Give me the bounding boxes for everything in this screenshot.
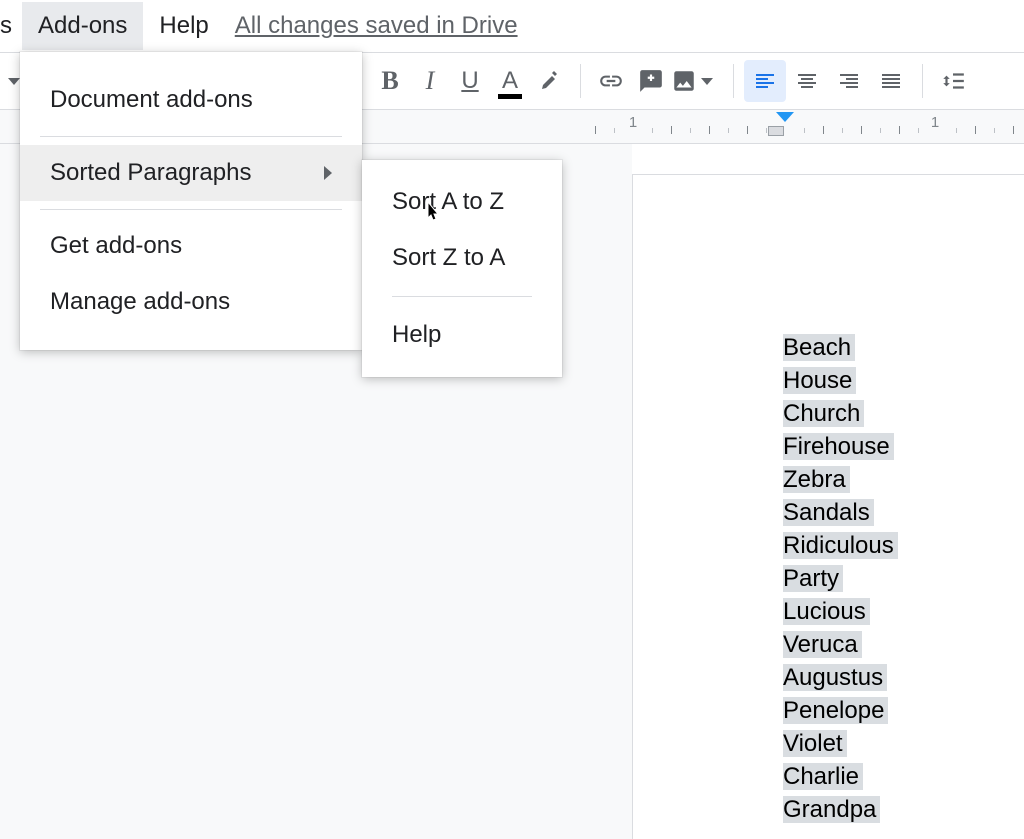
underline-button[interactable]: U [450,61,490,101]
text-color-button[interactable]: A [490,61,530,101]
menu-item-label: Sort A to Z [392,188,504,215]
align-justify-button[interactable] [870,60,912,102]
ruler-tick [690,128,691,133]
align-left-icon [753,69,777,93]
highlight-button[interactable] [530,61,570,101]
menu-help[interactable]: Help [143,2,224,50]
menu-prev-fragment: s [0,12,22,40]
menu-separator [392,296,532,297]
menu-item-sorted-paragraphs[interactable]: Sorted Paragraphs [20,145,362,201]
menubar: s Add-ons Help All changes saved in Driv… [0,0,1024,52]
italic-button[interactable]: I [410,61,450,101]
indent-marker[interactable] [776,112,794,122]
menu-item-help[interactable]: Help [362,307,562,363]
ruler-tick [804,128,805,133]
comment-icon [638,68,664,94]
insert-image-button[interactable] [671,61,723,101]
ruler-tick [1013,126,1014,134]
toolbar-separator [580,64,581,98]
menu-item-label: Sorted Paragraphs [50,159,251,187]
doc-line[interactable]: Party [783,565,843,592]
align-center-icon [795,69,819,93]
doc-line[interactable]: Lucious [783,598,870,625]
first-line-indent-icon [776,112,794,122]
image-dropdown-caret-icon [701,78,713,85]
doc-line[interactable]: Veruca [783,631,862,658]
insert-link-button[interactable] [591,61,631,101]
toolbar-separator [922,64,923,98]
toolbar-separator [733,64,734,98]
document-content[interactable]: Beach House Church Firehouse Zebra Sanda… [783,331,898,826]
text-color-letter: A [502,67,518,95]
text-color-bar [498,94,522,99]
add-comment-button[interactable] [631,61,671,101]
sorted-paragraphs-submenu: Sort A to Z Sort Z to A Help [362,160,562,377]
image-icon [671,68,697,94]
ruler-tick [747,126,748,134]
style-dropdown-caret-icon[interactable] [8,78,20,85]
ruler-tick [823,126,824,134]
line-spacing-button[interactable] [933,61,973,101]
menu-addons[interactable]: Add-ons [22,2,143,50]
ruler-tick [709,126,710,134]
align-right-button[interactable] [828,60,870,102]
menu-item-get-addons[interactable]: Get add-ons [20,218,362,274]
ruler-tick [652,128,653,133]
ruler-tick [766,128,767,133]
doc-line[interactable]: Church [783,400,864,427]
ruler-tick [728,128,729,133]
menu-item-manage-addons[interactable]: Manage add-ons [20,274,362,330]
ruler-tick [842,128,843,133]
doc-line[interactable]: Grandpa [783,796,880,823]
document-page[interactable]: Beach House Church Firehouse Zebra Sanda… [632,174,1024,839]
doc-line[interactable]: Charlie [783,763,863,790]
menu-separator [40,209,342,210]
ruler-tick [975,126,976,134]
menu-item-label: Document add-ons [50,86,253,114]
doc-line[interactable]: Sandals [783,499,874,526]
ruler-tick [956,128,957,133]
align-group [744,60,912,102]
addons-menu: Document add-ons Sorted Paragraphs Get a… [20,52,362,350]
ruler-tick [595,126,596,134]
ruler-tick [994,128,995,133]
line-spacing-icon [940,68,966,94]
ruler-tick [614,128,615,133]
menu-item-document-addons[interactable]: Document add-ons [20,72,362,128]
ruler-tick [918,128,919,133]
doc-line[interactable]: Penelope [783,697,888,724]
menu-item-label: Sort Z to A [392,244,505,271]
menu-item-label: Manage add-ons [50,288,230,316]
ruler-tick [899,126,900,134]
align-center-button[interactable] [786,60,828,102]
left-indent-icon [768,126,784,136]
align-justify-icon [879,69,903,93]
menu-item-sort-z-to-a[interactable]: Sort Z to A [362,230,562,286]
bold-button[interactable]: B [370,61,410,101]
save-status[interactable]: All changes saved in Drive [235,12,518,40]
menu-separator [40,136,342,137]
ruler-number: 1 [931,114,939,131]
ruler-tick [671,126,672,134]
doc-line[interactable]: House [783,367,856,394]
menu-item-label: Help [392,321,441,348]
ruler-tick [880,128,881,133]
doc-line[interactable]: Firehouse [783,433,894,460]
menu-item-label: Get add-ons [50,232,182,260]
doc-line[interactable]: Ridiculous [783,532,898,559]
ruler-number: 1 [629,114,637,131]
menu-item-sort-a-to-z[interactable]: Sort A to Z [362,174,562,230]
doc-line[interactable]: Violet [783,730,847,757]
align-left-button[interactable] [744,60,786,102]
doc-line[interactable]: Augustus [783,664,887,691]
submenu-arrow-icon [324,166,332,180]
doc-line[interactable]: Zebra [783,466,850,493]
align-right-icon [837,69,861,93]
link-icon [598,68,624,94]
doc-line[interactable]: Beach [783,334,855,361]
highlight-icon [538,69,562,93]
ruler-tick [861,126,862,134]
